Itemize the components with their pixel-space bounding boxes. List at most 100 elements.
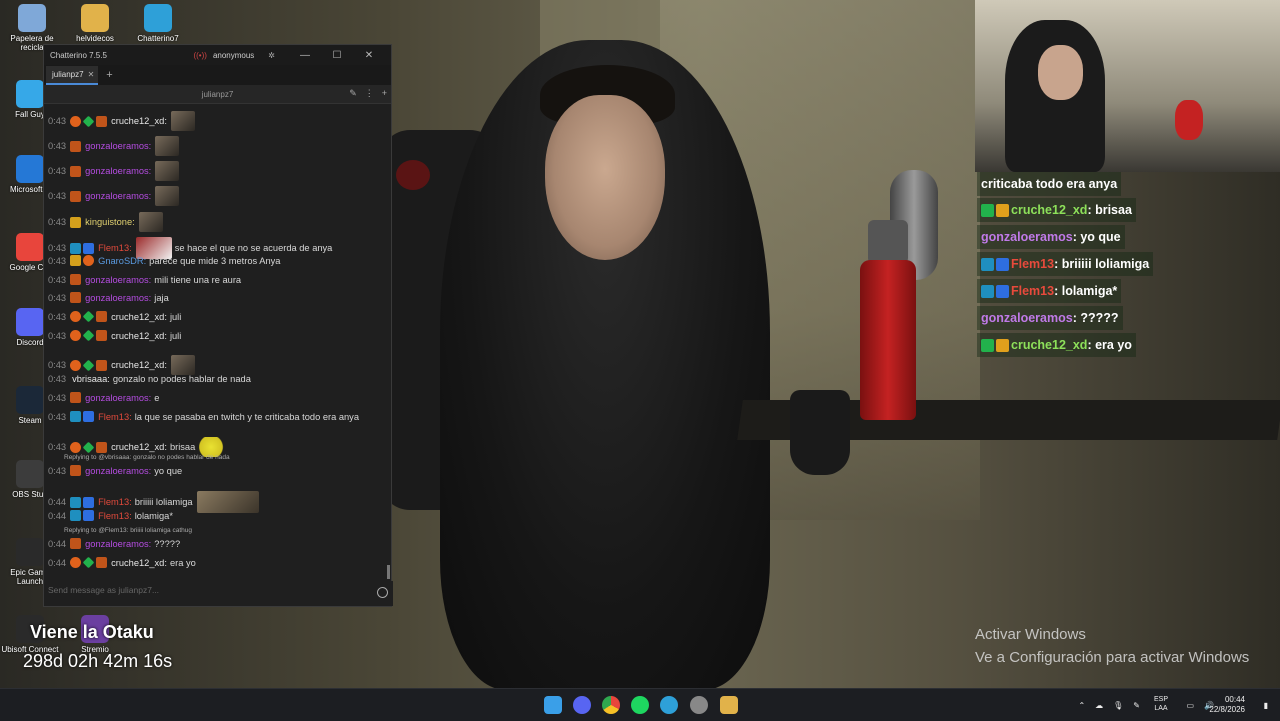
- sub-badge-icon[interactable]: [70, 557, 82, 568]
- chat-message[interactable]: 0:43 gonzaloeramos: e: [48, 392, 159, 403]
- discord-taskbar-icon[interactable]: [573, 696, 591, 714]
- message-username[interactable]: cruche12_xd:: [111, 331, 167, 341]
- chat-message[interactable]: 0:43 cruche12_xd: juli: [48, 310, 181, 323]
- notification-icon[interactable]: ▮: [1264, 689, 1268, 721]
- message-username[interactable]: gonzaloeramos:: [85, 293, 151, 303]
- x-badge-icon[interactable]: [70, 140, 82, 152]
- gift-badge-icon[interactable]: [82, 441, 95, 453]
- emote-image[interactable]: [155, 136, 180, 156]
- blue-badge-icon[interactable]: [70, 510, 82, 521]
- desktop-icon[interactable]: Chatterino7: [128, 4, 188, 43]
- message-username[interactable]: Flem13:: [98, 511, 132, 521]
- x-badge-icon[interactable]: [96, 115, 108, 127]
- message-username[interactable]: gonzaloeramos:: [85, 191, 151, 201]
- x-badge-icon[interactable]: [70, 190, 82, 202]
- emote-image[interactable]: [155, 186, 180, 206]
- tab-julianpz7[interactable]: julianpz7 ✕: [46, 65, 99, 85]
- add-split-icon[interactable]: +: [382, 88, 387, 98]
- chat-message[interactable]: 0:44 Flem13: lolamiga*: [48, 510, 173, 521]
- chat-message[interactable]: 0:44 gonzaloeramos:?????: [48, 538, 180, 549]
- chatterino-taskbar-icon[interactable]: [660, 696, 678, 714]
- bluec-badge-icon[interactable]: [83, 496, 95, 508]
- mic-icon[interactable]: 🎙: [1113, 701, 1123, 710]
- pen-icon[interactable]: ✎: [1133, 701, 1140, 710]
- x-badge-icon[interactable]: [96, 359, 108, 371]
- emote-image[interactable]: [196, 491, 259, 513]
- chat-message[interactable]: 0:43 vbrisaaa: gonzalo no podes hablar de …: [48, 374, 251, 384]
- emote-image[interactable]: [138, 212, 163, 232]
- add-tab-button[interactable]: +: [106, 69, 112, 81]
- gift-badge-icon[interactable]: [82, 359, 95, 371]
- network-icon[interactable]: ▭: [1186, 701, 1194, 710]
- crown-badge-icon[interactable]: [70, 255, 82, 266]
- chat-message[interactable]: 0:43 cruche12_xd: juli: [48, 329, 181, 342]
- message-username[interactable]: cruche12_xd:: [111, 558, 167, 568]
- close-tab-icon[interactable]: ✕: [88, 70, 95, 79]
- chat-message[interactable]: 0:43 cruche12_xd:: [48, 355, 198, 375]
- reply-context[interactable]: Replying to @Flem13: briiiii loliamiga c…: [64, 527, 192, 534]
- file-explorer-taskbar-icon[interactable]: [720, 696, 738, 714]
- chat-message[interactable]: 0:43 gonzaloeramos:: [48, 161, 182, 181]
- chat-message[interactable]: 0:43 gonzaloeramos: mili tiene una re aura: [48, 274, 241, 285]
- clock[interactable]: 00:44 22/8/2026: [1209, 695, 1245, 715]
- edit-icon[interactable]: ✎: [349, 88, 357, 98]
- message-username[interactable]: Flem13:: [98, 412, 132, 422]
- reply-context[interactable]: Replying to @vbrisaaa: gonzalo no podes …: [64, 454, 230, 461]
- x-badge-icon[interactable]: [96, 330, 108, 341]
- bluec-badge-icon[interactable]: [83, 411, 95, 422]
- desktop-icon[interactable]: helvidecos: [65, 4, 125, 43]
- account-name[interactable]: anonymous: [213, 51, 254, 60]
- emote-image[interactable]: [170, 355, 195, 375]
- chat-message[interactable]: 0:43 cruche12_xd:: [48, 111, 198, 131]
- x-badge-icon[interactable]: [96, 311, 108, 322]
- message-username[interactable]: Flem13:: [98, 243, 132, 253]
- message-username[interactable]: vbrisaaa:: [72, 374, 110, 384]
- gift-badge-icon[interactable]: [82, 556, 95, 569]
- bluec-badge-icon[interactable]: [83, 510, 95, 521]
- start-button[interactable]: [544, 696, 562, 714]
- sub-badge-icon[interactable]: [70, 441, 82, 453]
- x-badge-icon[interactable]: [70, 538, 82, 549]
- emoji-icon[interactable]: [377, 587, 388, 598]
- spotify-taskbar-icon[interactable]: [631, 696, 649, 714]
- message-username[interactable]: gonzaloeramos:: [85, 166, 151, 176]
- x-badge-icon[interactable]: [70, 274, 82, 285]
- language-indicator[interactable]: ESP LAA: [1154, 695, 1168, 713]
- chat-message[interactable]: 0:43 gonzaloeramos: yo que: [48, 465, 182, 476]
- maximize-button[interactable]: ☐: [321, 50, 353, 61]
- sub-badge-icon[interactable]: [70, 359, 82, 371]
- message-username[interactable]: gonzaloeramos:: [85, 393, 151, 403]
- message-username[interactable]: Flem13:: [98, 497, 132, 507]
- x-badge-icon[interactable]: [70, 165, 82, 177]
- chat-message[interactable]: 0:43 gonzaloeramos: jaja: [48, 292, 169, 303]
- sub-badge-icon[interactable]: [70, 311, 82, 322]
- message-username[interactable]: gonzaloeramos:: [85, 275, 151, 285]
- gift-badge-icon[interactable]: [82, 329, 95, 342]
- x-badge-icon[interactable]: [96, 441, 108, 453]
- message-username[interactable]: cruche12_xd:: [111, 116, 167, 126]
- blue-badge-icon[interactable]: [70, 496, 82, 508]
- message-username[interactable]: cruche12_xd:: [111, 442, 167, 452]
- chat-message[interactable]: 0:43 kinguistone:: [48, 212, 166, 232]
- message-username[interactable]: gonzaloeramos:: [85, 539, 151, 549]
- x-badge-icon[interactable]: [96, 557, 108, 568]
- chat-message[interactable]: 0:43 gonzaloeramos:: [48, 186, 182, 206]
- message-input[interactable]: Send message as julianpz7...: [44, 581, 393, 606]
- crown-badge-icon[interactable]: [70, 216, 82, 228]
- message-list[interactable]: 0:43 cruche12_xd: 0:43 gonzaloeramos: 0:43 go…: [44, 105, 393, 579]
- message-username[interactable]: kinguistone:: [85, 217, 135, 227]
- onedrive-icon[interactable]: ☁: [1095, 701, 1103, 710]
- chat-message[interactable]: 0:43 GnaroSDR: parece que mide 3 metros An…: [48, 255, 280, 266]
- x-badge-icon[interactable]: [70, 392, 82, 403]
- message-username[interactable]: GnaroSDR:: [98, 256, 146, 266]
- sub-badge-icon[interactable]: [70, 115, 82, 127]
- sub-badge-icon[interactable]: [83, 255, 95, 266]
- chatterino-window[interactable]: Chatterino 7.5.5 ((•)) anonymous ✲ — ☐ ✕…: [43, 44, 393, 607]
- chat-message[interactable]: 0:43 Flem13: la que se pasaba en twitch y …: [48, 411, 359, 422]
- x-badge-icon[interactable]: [70, 292, 82, 303]
- chrome-taskbar-icon[interactable]: [602, 696, 620, 714]
- bluec-badge-icon[interactable]: [83, 242, 95, 254]
- sub-badge-icon[interactable]: [70, 330, 82, 341]
- message-username[interactable]: gonzaloeramos:: [85, 141, 151, 151]
- gift-badge-icon[interactable]: [82, 310, 95, 323]
